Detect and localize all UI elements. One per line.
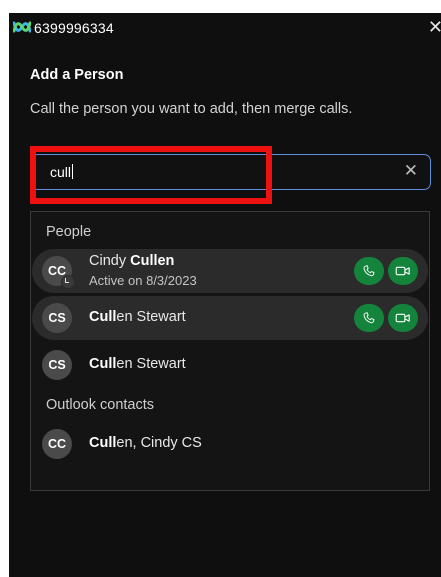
text-caret (72, 164, 74, 179)
video-camera-icon (395, 266, 410, 276)
avatar: CS (42, 350, 72, 380)
section-label-outlook-contacts: Outlook contacts (46, 397, 154, 413)
search-input[interactable]: cull ✕ (31, 154, 431, 190)
window-title: 6399996334 (34, 20, 114, 36)
search-input-value[interactable]: cull (50, 164, 74, 180)
contact-name: Cindy Cullen (89, 253, 175, 269)
dialog-description: Call the person you want to add, then me… (30, 101, 353, 117)
video-call-button[interactable] (388, 304, 418, 332)
phone-icon (363, 265, 375, 277)
section-label-people: People (46, 224, 92, 240)
presence-status: Active on 8/3/2023 (89, 273, 197, 288)
avatar: CS (42, 303, 72, 333)
avatar: CC (42, 429, 72, 459)
title-bar: 6399996334 ✕ (9, 13, 441, 43)
clock-status-icon (61, 275, 75, 289)
audio-call-button[interactable] (354, 257, 384, 285)
search-results-panel: People CC Cindy Cullen Active on 8/3/202… (30, 211, 430, 491)
dialog-heading: Add a Person (30, 67, 124, 83)
contact-name: Cullen, Cindy CS (89, 435, 202, 451)
audio-call-button[interactable] (354, 304, 384, 332)
list-item[interactable]: CC Cindy Cullen Active on 8/3/2023 (32, 249, 428, 293)
video-camera-icon (395, 313, 410, 323)
list-item[interactable]: CC Cullen, Cindy CS (32, 422, 428, 466)
clear-search-icon[interactable]: ✕ (404, 161, 418, 181)
add-person-window: 6399996334 ✕ Add a Person Call the perso… (9, 13, 441, 577)
webex-logo-icon (13, 21, 31, 33)
video-call-button[interactable] (388, 257, 418, 285)
close-icon[interactable]: ✕ (428, 17, 441, 37)
phone-icon (363, 312, 375, 324)
contact-name: Cullen Stewart (89, 309, 186, 325)
list-item[interactable]: CS Cullen Stewart (32, 296, 428, 340)
contact-name: Cullen Stewart (89, 356, 186, 372)
list-item[interactable]: CS Cullen Stewart (32, 343, 428, 387)
